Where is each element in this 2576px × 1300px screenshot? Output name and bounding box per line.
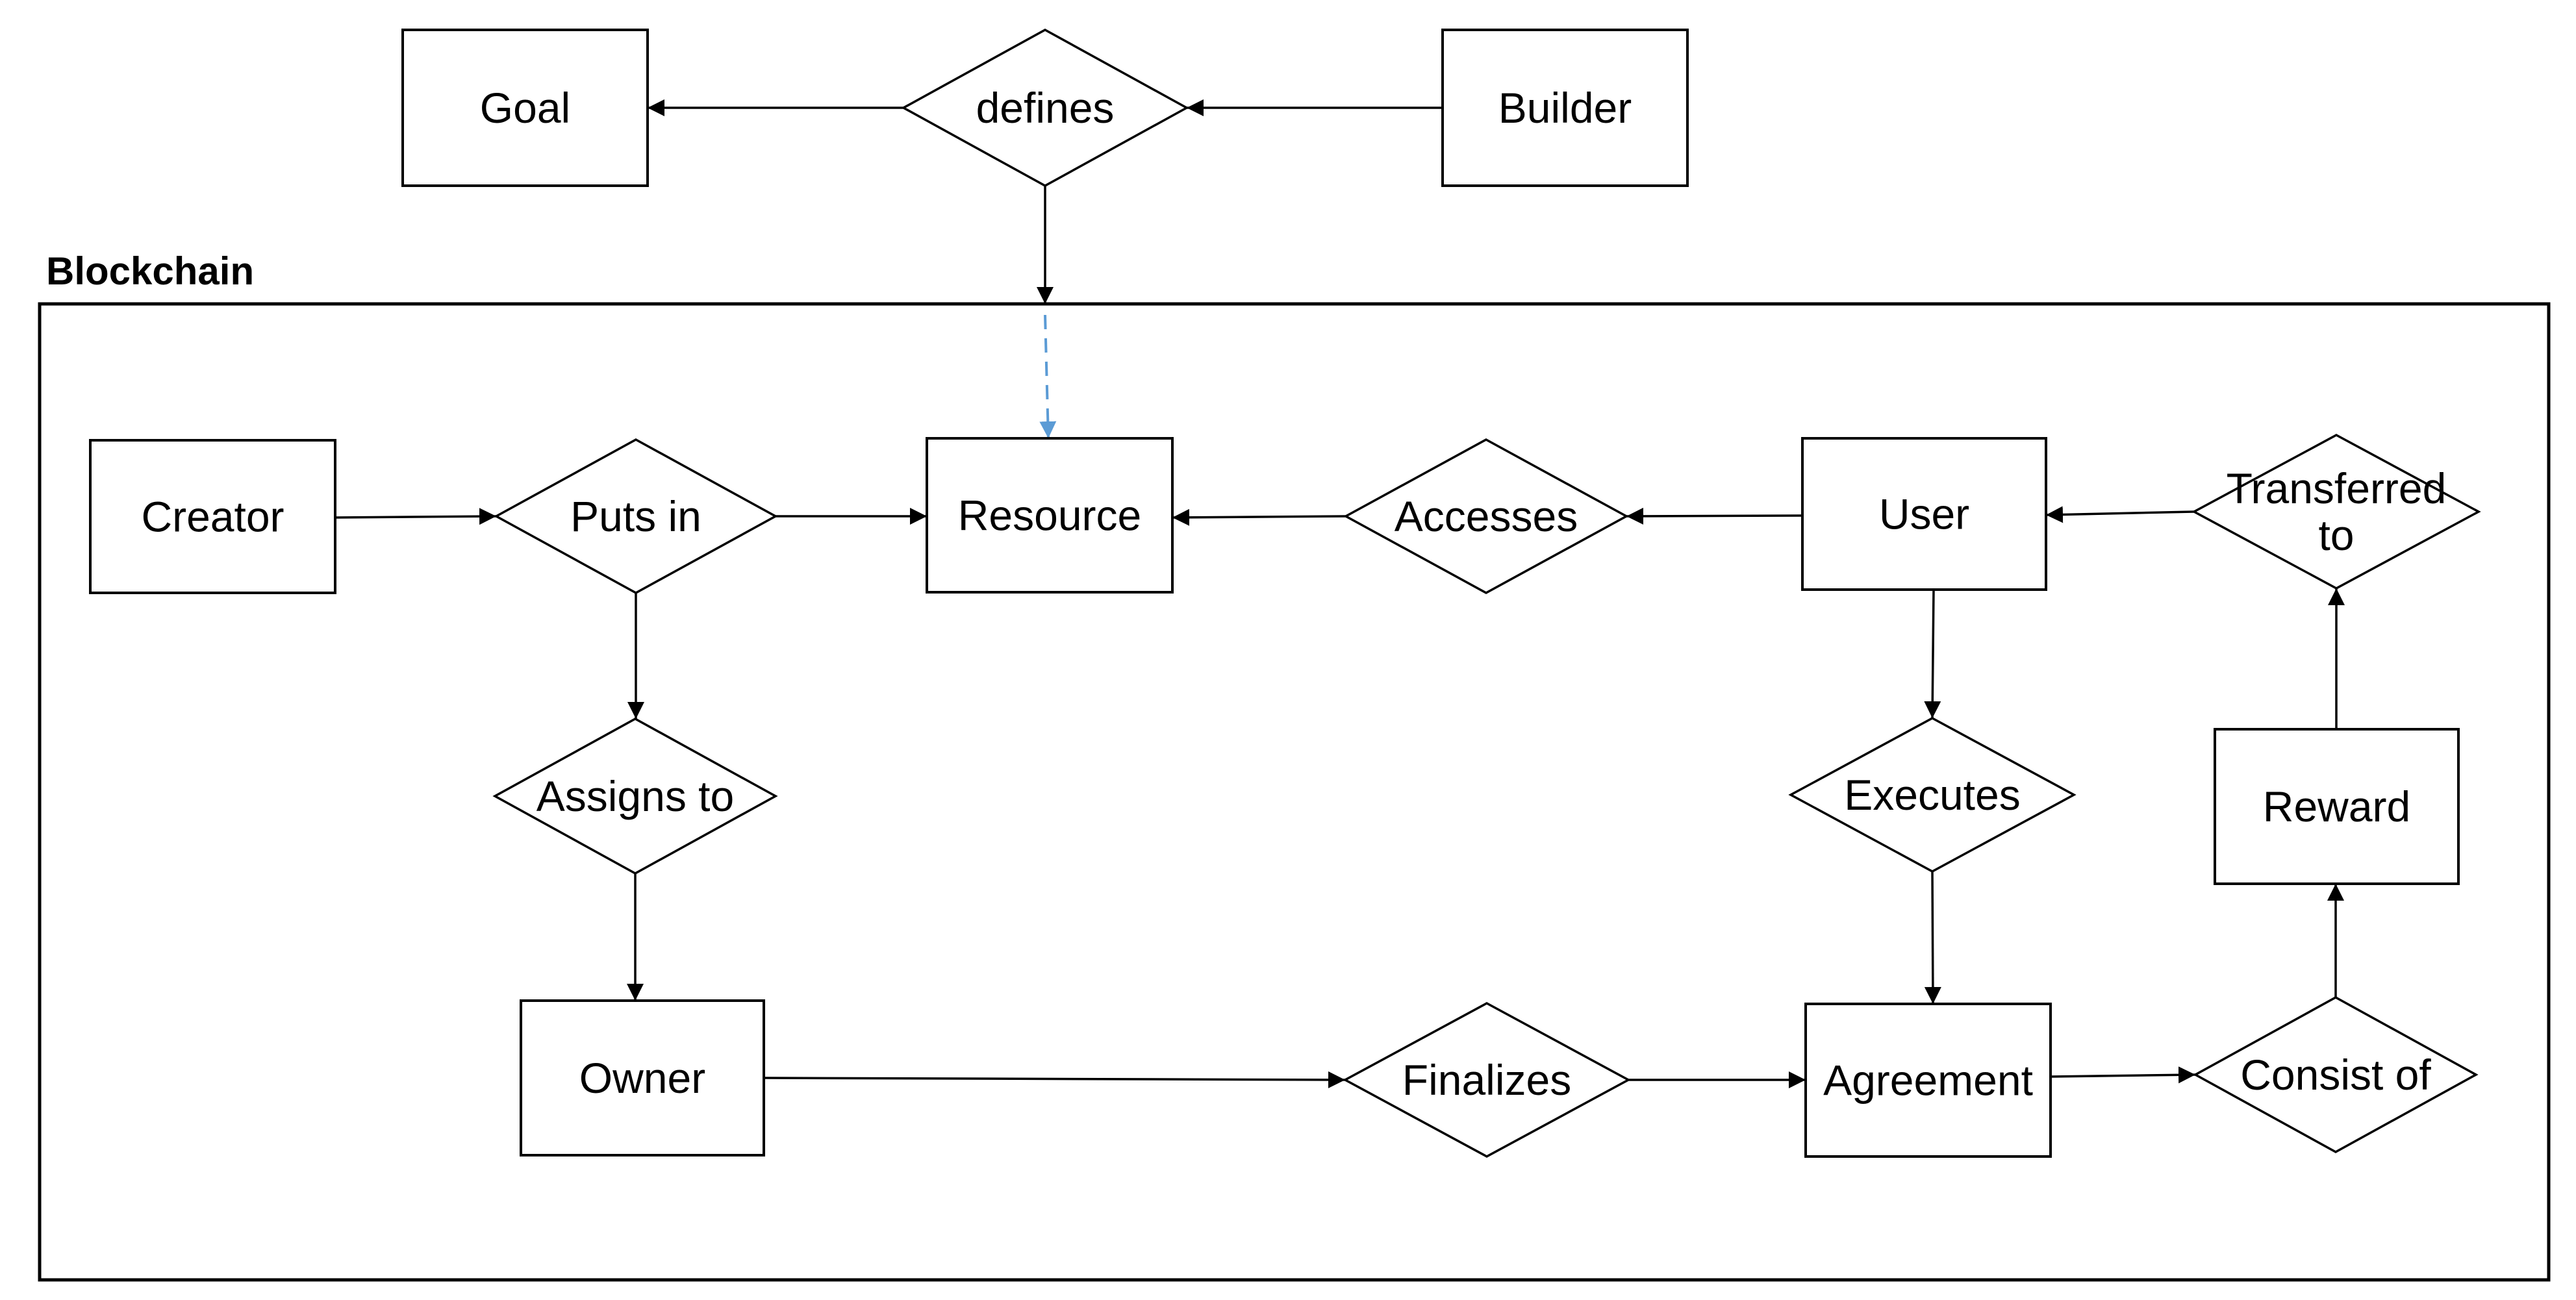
edge-creator-to-puts-in: [335, 508, 497, 525]
finalizes-label: Finalizes: [1402, 1056, 1571, 1104]
transferred-to-label-line-1: Transferred: [2227, 464, 2447, 512]
relationship-accesses[interactable]: Accesses: [1343, 438, 1629, 594]
accesses-label: Accesses: [1395, 492, 1578, 540]
edge-executes-to-agreement: [1924, 871, 1941, 1005]
entity-owner[interactable]: Owner: [520, 999, 765, 1156]
defines-label: defines: [976, 84, 1115, 132]
edge-accesses-to-resource: [1172, 508, 1346, 526]
relationship-defines[interactable]: defines: [901, 29, 1189, 187]
assigns-to-label: Assigns to: [537, 772, 734, 820]
edge-owner-to-finalizes: [763, 1071, 1346, 1088]
transferred-to-label-line-2: to: [2318, 511, 2354, 559]
blockchain-boundary: [38, 302, 2551, 1282]
entity-agreement[interactable]: Agreement: [1804, 1003, 2052, 1158]
relationship-executes[interactable]: Executes: [1788, 717, 2077, 873]
er-diagram: Blockchain Goal Builder Creator Resource Use…: [38, 29, 2551, 1282]
executes-label: Executes: [1844, 771, 2020, 819]
relationship-puts-in[interactable]: Puts in: [494, 438, 778, 594]
blockchain-container: Blockchain: [38, 249, 2551, 1282]
resource-label: Resource: [958, 492, 1141, 540]
edge-transferred-to-to-user: [2045, 506, 2195, 523]
relationship-finalizes[interactable]: Finalizes: [1343, 1002, 1631, 1158]
consist-of-label: Consist of: [2240, 1051, 2431, 1099]
entity-creator[interactable]: Creator: [89, 439, 336, 594]
entity-builder[interactable]: Builder: [1441, 29, 1689, 187]
edge-user-to-executes: [1924, 589, 1941, 719]
puts-in-label: Puts in: [570, 492, 701, 540]
entity-user[interactable]: User: [1801, 437, 2047, 591]
reward-label: Reward: [2263, 782, 2410, 831]
relationship-transferred-to[interactable]: Transferredto: [2191, 434, 2481, 590]
entity-resource[interactable]: Resource: [926, 437, 1174, 594]
relationship-consist-of[interactable]: Consist of: [2193, 996, 2479, 1153]
builder-label: Builder: [1498, 84, 1632, 132]
blockchain-label: Blockchain: [46, 249, 254, 293]
owner-label: Owner: [579, 1054, 705, 1102]
creator-label: Creator: [141, 493, 284, 541]
nodes: Goal Builder Creator Resource User Reward Owne…: [89, 29, 2481, 1158]
edge-agreement-to-consist-of: [2050, 1066, 2196, 1084]
goal-label: Goal: [480, 84, 570, 132]
agreement-label: Agreement: [1823, 1056, 2033, 1105]
entity-goal[interactable]: Goal: [401, 29, 649, 187]
relationship-assigns-to[interactable]: Assigns to: [492, 718, 778, 875]
edge-blockchain-to-resource: [1039, 314, 1057, 439]
user-label: User: [1879, 490, 1969, 538]
entity-reward[interactable]: Reward: [2214, 728, 2460, 885]
